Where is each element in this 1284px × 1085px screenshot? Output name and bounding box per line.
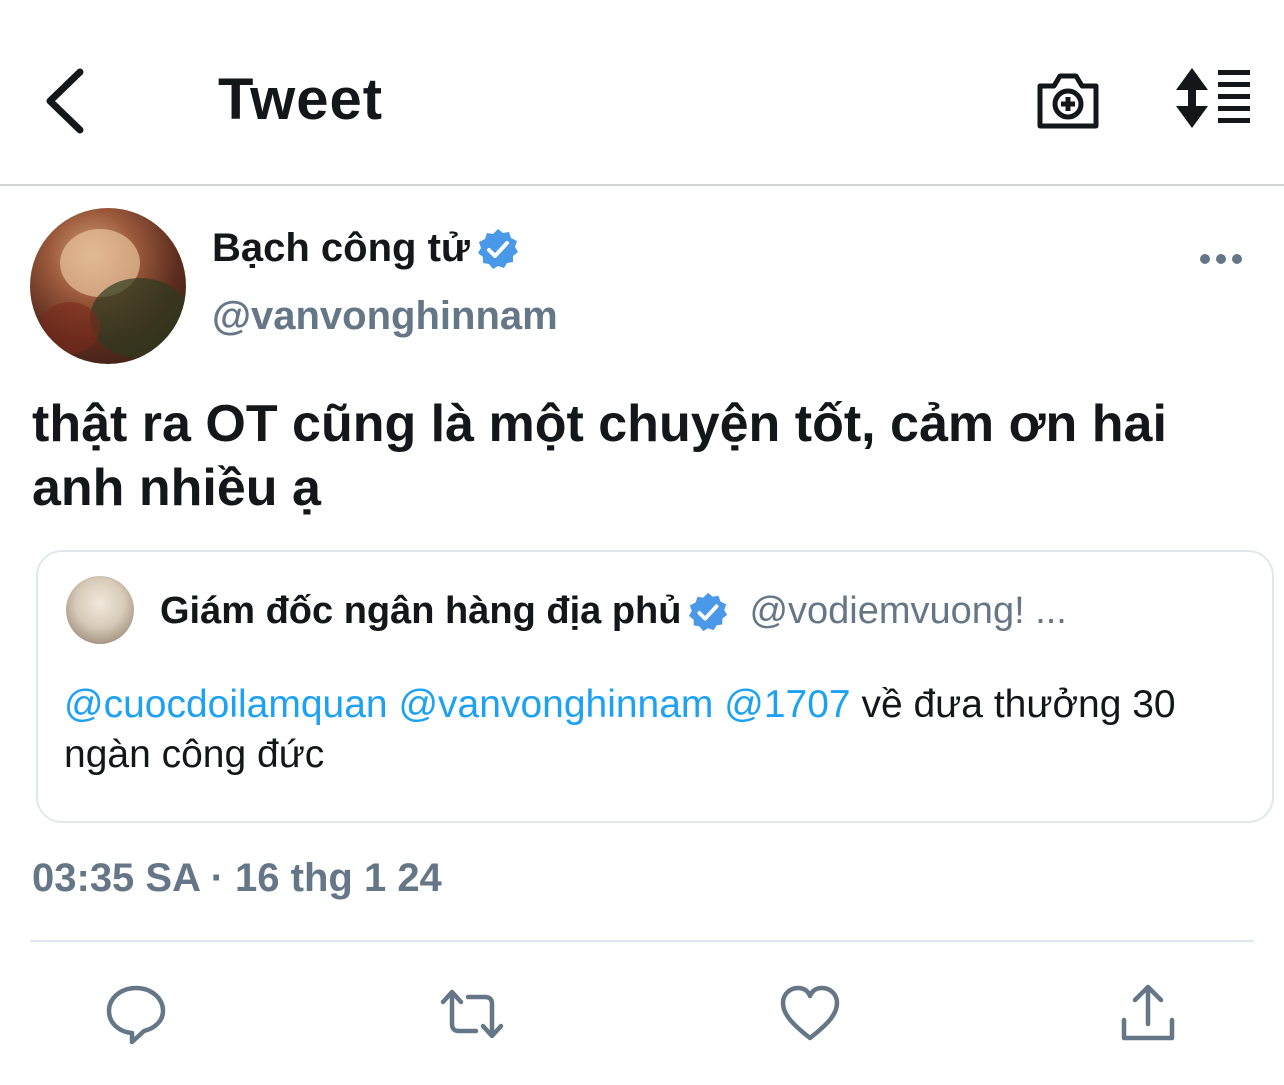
heart-icon[interactable] (778, 982, 842, 1046)
reply-icon[interactable] (104, 982, 168, 1046)
divider (30, 940, 1254, 942)
tweet-text: thật ra OT cũng là một chuyện tốt, cảm ơ… (32, 395, 1167, 517)
sort-list-icon[interactable] (1172, 68, 1252, 128)
mention-link[interactable]: @1707 (724, 683, 850, 726)
mention-link[interactable]: @cuocdoilamquan (64, 683, 388, 726)
quoted-tweet-card[interactable]: Giám đốc ngân hàng địa phủ @vodiemvuong!… (36, 550, 1274, 823)
top-navigation-bar: Tweet (0, 0, 1284, 186)
verified-badge-icon (689, 592, 728, 631)
quoted-author-handle: @vodiemvuong! ... (749, 590, 1067, 632)
author-avatar[interactable] (30, 208, 186, 364)
camera-plus-icon[interactable] (1034, 68, 1102, 132)
more-horizontal-icon[interactable] (1198, 248, 1244, 270)
author-handle[interactable]: @vanvonghinnam (212, 294, 558, 339)
retweet-icon[interactable] (440, 982, 504, 1046)
quoted-tweet-text: @cuocdoilamquan @vanvonghinnam @1707 về … (64, 680, 1244, 780)
author-name[interactable]: Bạch công tử (212, 226, 470, 271)
share-icon[interactable] (1116, 982, 1180, 1046)
chevron-left-icon[interactable] (40, 66, 94, 136)
mention-link[interactable]: @vanvonghinnam (398, 683, 713, 726)
page-title: Tweet (218, 67, 384, 132)
quoted-author-name: Giám đốc ngân hàng địa phủ (160, 590, 682, 632)
tweet-timestamp: 03:35 SA · 16 thg 1 24 (32, 856, 442, 900)
verified-badge-icon (477, 228, 518, 269)
quoted-author-avatar[interactable] (66, 576, 134, 644)
